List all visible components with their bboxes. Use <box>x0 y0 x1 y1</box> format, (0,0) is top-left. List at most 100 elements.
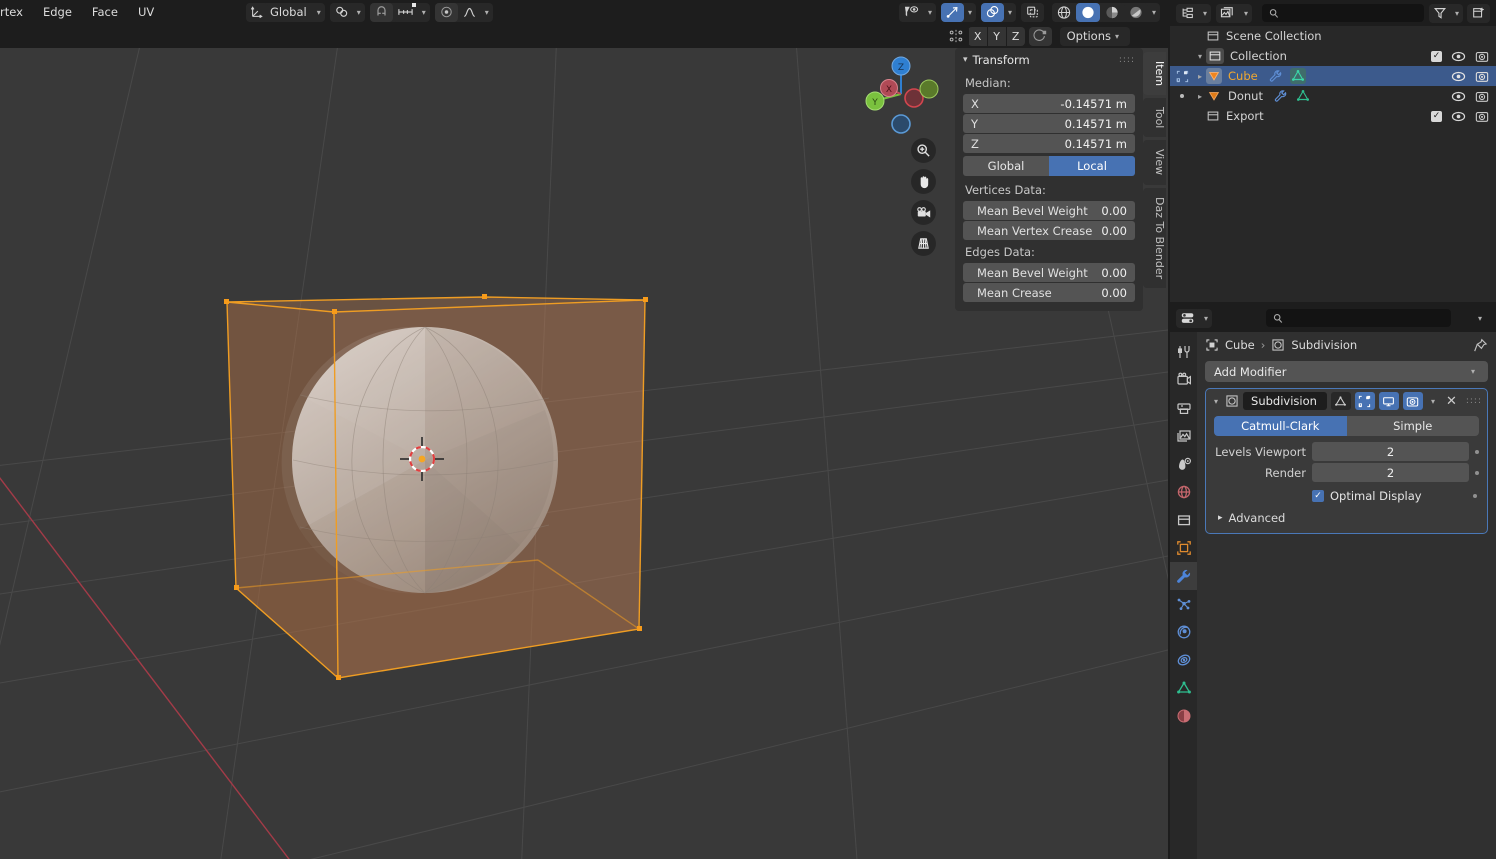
outliner-search-field[interactable] <box>1283 6 1417 20</box>
outliner-row-toggles[interactable]: ✓ <box>1431 50 1496 63</box>
global-space-button[interactable]: Global <box>963 156 1049 176</box>
modifier-header[interactable]: ▾ Subdivision ▾ ✕:::: <box>1206 389 1487 413</box>
mean-bevel-weight-vertex-field[interactable]: Mean Bevel Weight 0.00 <box>963 201 1135 220</box>
show-overlays-icon[interactable] <box>980 2 1004 22</box>
outliner-row-toggles[interactable] <box>1451 70 1496 83</box>
eye-icon[interactable] <box>1451 91 1466 102</box>
sidebar-tab-item[interactable]: Item <box>1143 52 1166 96</box>
properties-editor-type-dropdown[interactable]: ▾ <box>1176 308 1213 328</box>
subdivision-modifier-panel[interactable]: ▾ Subdivision ▾ ✕:::: Catmull-Clark Sim… <box>1205 388 1488 534</box>
properties-tab-constraints[interactable] <box>1170 646 1197 674</box>
outliner-tree[interactable]: Scene Collection ▾ Collection ✓ ▸ Cube ▸… <box>1170 26 1496 126</box>
proportional-editing-group[interactable]: ▾ <box>434 2 493 22</box>
levels-viewport-value[interactable]: 2 <box>1312 442 1469 461</box>
chevron-down-icon[interactable]: ▾ <box>1004 8 1016 17</box>
gizmo-dropdown[interactable]: ▾ <box>940 2 976 22</box>
properties-content[interactable]: Cube › Subdivision Add Modifier ▾ ▾ Subd… <box>1197 332 1496 859</box>
chevron-down-icon[interactable]: ▾ <box>924 8 936 17</box>
transform-space-toggle[interactable]: Global Local <box>963 156 1135 176</box>
render-levels-row[interactable]: Render 2 <box>1214 463 1479 482</box>
properties-tab-physics[interactable] <box>1170 618 1197 646</box>
pin-icon[interactable] <box>1473 338 1488 353</box>
sidebar-tab-strip[interactable]: Item Tool View Daz To Blender <box>1143 52 1168 291</box>
properties-search-field[interactable] <box>1288 311 1445 325</box>
snap-dropdown[interactable]: ▾ <box>329 2 365 22</box>
subdivision-type-toggle[interactable]: Catmull-Clark Simple <box>1214 416 1479 436</box>
close-x-icon[interactable]: ✕ <box>1443 394 1460 409</box>
viewport-options-dropdown[interactable]: Options ▾ <box>1059 26 1130 46</box>
topology-mirror-icon[interactable] <box>1028 26 1052 46</box>
on-cage-toggle[interactable] <box>1354 392 1375 410</box>
drag-grip-icon[interactable]: :::: <box>1466 396 1482 406</box>
properties-tab-strip[interactable] <box>1170 332 1197 859</box>
properties-editor[interactable]: ▾ ▾ Cube › Subdivision Add Modifier ▾ ▾ … <box>1170 304 1496 859</box>
eye-icon[interactable] <box>1451 111 1466 122</box>
filter-id-type-icon[interactable] <box>1216 3 1241 23</box>
modifier-name-field[interactable]: Subdivision <box>1243 392 1327 410</box>
properties-tab-object[interactable] <box>1170 534 1197 562</box>
advanced-section-toggle[interactable]: ▸ Advanced <box>1218 511 1479 525</box>
show-gizmo-icon[interactable] <box>940 2 964 22</box>
median-y-field[interactable]: Y 0.14571 m <box>963 114 1135 133</box>
chevron-down-icon[interactable]: ▾ <box>963 55 968 65</box>
local-space-button[interactable]: Local <box>1049 156 1135 176</box>
visibility-dropdown[interactable]: ▾ <box>898 2 936 22</box>
properties-options-chevron-down-icon[interactable]: ▾ <box>1474 314 1490 323</box>
proportional-falloff-icon[interactable] <box>457 2 481 22</box>
wrench-modifier-icon[interactable] <box>1268 69 1283 83</box>
transform-sidebar-panel[interactable]: ▾ Transform :::: Median: X -0.14571 m Y … <box>955 48 1143 311</box>
catmull-clark-button[interactable]: Catmull-Clark <box>1214 416 1347 436</box>
outliner-display-mode-icon[interactable] <box>1176 3 1199 23</box>
properties-editor-icon[interactable] <box>1176 308 1200 328</box>
camera-icon[interactable] <box>1475 70 1489 83</box>
chevron-right-icon[interactable]: ▸ <box>1218 513 1223 523</box>
snap-increment-icon[interactable] <box>392 2 418 22</box>
snap-magnet-icon[interactable] <box>329 2 353 22</box>
properties-tab-material[interactable] <box>1170 702 1197 730</box>
chevron-down-icon[interactable]: ▾ <box>1451 9 1463 18</box>
transform-orientation-dropdown[interactable]: Global ▾ <box>246 2 325 22</box>
menu-vertex[interactable]: Vertex <box>0 3 33 21</box>
shading-mode-group[interactable]: ▾ <box>1051 2 1160 22</box>
menu-face[interactable]: Face <box>82 3 128 21</box>
sidebar-tab-tool[interactable]: Tool <box>1143 98 1166 138</box>
outliner-row-scene-collection[interactable]: Scene Collection <box>1170 26 1496 46</box>
eye-icon[interactable] <box>1451 71 1466 82</box>
shading-material-icon[interactable] <box>1099 2 1124 22</box>
wrench-modifier-icon[interactable] <box>1273 89 1288 103</box>
visibility-selectability-icon[interactable] <box>898 2 924 22</box>
properties-tab-output[interactable] <box>1170 394 1197 422</box>
chevron-down-icon[interactable]: ▾ <box>313 8 325 17</box>
drag-grip-icon[interactable]: :::: <box>1119 55 1135 65</box>
mesh-data-icon[interactable] <box>1295 88 1311 104</box>
realtime-display-toggle[interactable] <box>1378 392 1399 410</box>
chevron-down-icon[interactable]: ▾ <box>353 8 365 17</box>
outliner-row-toggles[interactable] <box>1451 90 1496 103</box>
outliner-row-collection[interactable]: ▾ Collection ✓ <box>1170 46 1496 66</box>
properties-tab-scene[interactable] <box>1170 450 1197 478</box>
outliner-editor[interactable]: ▾ ▾ ▾ Scene Collection ▾ Collection ✓ ▸ … <box>1170 0 1496 302</box>
camera-icon[interactable] <box>1475 90 1489 103</box>
snap-magnet-toggle-icon[interactable] <box>369 2 393 22</box>
navigation-gizmo[interactable]: Z Y X <box>859 52 943 136</box>
median-z-field[interactable]: Z 0.14571 m <box>963 134 1135 153</box>
shading-solid-icon[interactable] <box>1075 2 1100 22</box>
breadcrumb-object-label[interactable]: Cube <box>1225 338 1255 352</box>
viewport-header[interactable]: Vertex Edge Face UV Global ▾ <box>0 0 1168 24</box>
symmetry-axis-y[interactable]: Y <box>986 26 1006 46</box>
3d-viewport[interactable]: Vertex Edge Face UV Global ▾ <box>0 0 1168 859</box>
properties-tab-object-data[interactable] <box>1170 674 1197 702</box>
levels-viewport-row[interactable]: Levels Viewport 2 <box>1214 442 1479 461</box>
chevron-down-icon[interactable]: ▾ <box>964 8 976 17</box>
breadcrumb-modifier-label[interactable]: Subdivision <box>1291 338 1357 352</box>
menu-uv[interactable]: UV <box>128 3 164 21</box>
properties-search-input[interactable] <box>1266 309 1452 327</box>
mean-bevel-weight-edge-field[interactable]: Mean Bevel Weight 0.00 <box>963 263 1135 282</box>
proportional-edit-icon[interactable] <box>434 2 458 22</box>
outliner-filter-id-dropdown[interactable]: ▾ <box>1216 3 1253 23</box>
simple-button[interactable]: Simple <box>1346 416 1479 436</box>
properties-tab-world[interactable] <box>1170 478 1197 506</box>
snap-increment-group[interactable]: ▾ <box>369 2 430 22</box>
edit-mode-display-toggle[interactable] <box>1330 392 1351 410</box>
outliner-row-toggles[interactable]: ✓ <box>1431 110 1496 123</box>
